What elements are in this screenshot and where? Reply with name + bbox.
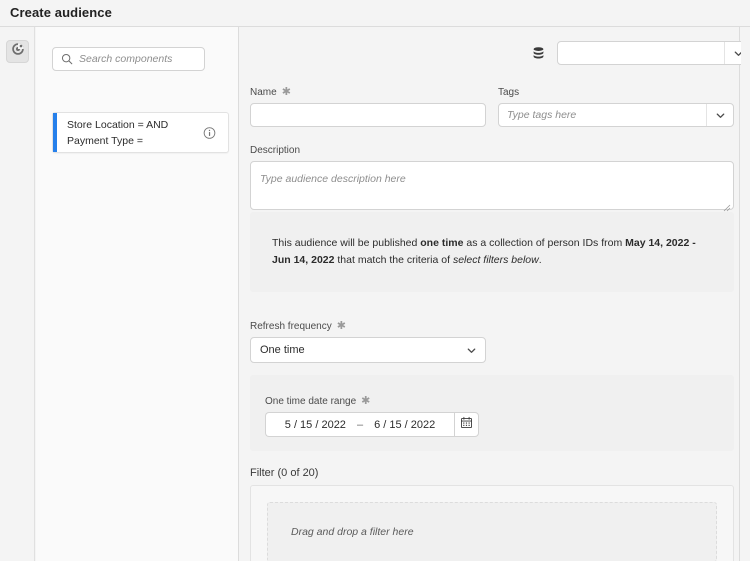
filter-dropzone[interactable]: Drag and drop a filter here — [267, 502, 717, 561]
refresh-frequency-label-row: Refresh frequency ✱ — [250, 320, 486, 333]
calendar-icon — [460, 416, 473, 434]
description-field-group: Description Type audience description he… — [250, 145, 734, 212]
resize-handle-icon[interactable] — [723, 199, 731, 212]
date-range-inputs[interactable]: 5 / 15 / 2022 – 6 / 15 / 2022 — [265, 412, 454, 437]
callout-filters-phrase: select filters below — [452, 254, 539, 266]
refresh-frequency-label: Refresh frequency — [250, 321, 332, 332]
component-card-accent — [53, 113, 57, 152]
audience-segment-icon — [11, 42, 25, 61]
name-input[interactable] — [250, 103, 486, 127]
chevron-down-icon[interactable] — [457, 345, 485, 356]
publish-summary-callout: This audience will be published one time… — [250, 212, 734, 292]
tags-field-group: Tags Type tags here — [498, 87, 734, 127]
page-title: Create audience — [10, 5, 112, 20]
component-card-line-2: Payment Type = — [67, 134, 143, 147]
filter-dropzone-text: Drag and drop a filter here — [291, 526, 414, 538]
database-icon — [531, 46, 546, 61]
components-panel: Search components Store Location = AND P… — [36, 27, 239, 561]
component-card-line-1: Store Location = AND — [67, 118, 169, 131]
date-range-field: 5 / 15 / 2022 – 6 / 15 / 2022 — [265, 412, 479, 437]
data-source-row — [531, 41, 750, 65]
chevron-down-icon[interactable] — [706, 104, 733, 126]
callout-frequency: one time — [420, 237, 464, 249]
filter-dropzone-container[interactable]: Drag and drop a filter here — [250, 485, 734, 561]
callout-mid: as a collection of person IDs from — [463, 237, 626, 249]
description-placeholder: Type audience description here — [260, 173, 406, 185]
name-label: Name — [250, 87, 277, 98]
component-card[interactable]: Store Location = AND Payment Type = — [52, 112, 229, 153]
left-rail — [0, 27, 35, 561]
date-range-end[interactable]: 6 / 15 / 2022 — [374, 419, 435, 431]
date-range-required-marker: ✱ — [361, 395, 371, 407]
date-range-card: One time date range ✱ 5 / 15 / 2022 – 6 … — [250, 375, 734, 451]
data-source-select[interactable] — [557, 41, 750, 65]
right-gutter — [741, 27, 750, 561]
search-components-input[interactable]: Search components — [52, 47, 205, 71]
page-header: Create audience — [0, 0, 750, 26]
create-audience-screen: Create audience Search components Store … — [0, 0, 750, 561]
tags-label-row: Tags — [498, 87, 734, 98]
refresh-frequency-required-marker: ✱ — [336, 320, 346, 332]
audience-segment-rail-button[interactable] — [6, 40, 29, 63]
search-placeholder: Search components — [79, 53, 173, 65]
tags-label: Tags — [498, 87, 520, 98]
callout-prefix: This audience will be published — [272, 237, 421, 249]
date-range-label-row: One time date range ✱ — [265, 395, 479, 408]
date-range-group: One time date range ✱ 5 / 15 / 2022 – 6 … — [265, 396, 479, 437]
refresh-frequency-value: One time — [260, 344, 305, 356]
info-circle-icon[interactable] — [203, 126, 216, 139]
search-icon — [61, 53, 73, 65]
tags-input[interactable]: Type tags here — [498, 103, 734, 127]
publish-summary-text: This audience will be published one time… — [250, 235, 734, 269]
refresh-frequency-select[interactable]: One time — [250, 337, 486, 363]
filter-section: Filter (0 of 20) Drag and drop a filter … — [250, 467, 734, 561]
description-label-row: Description — [250, 145, 734, 156]
calendar-button[interactable] — [454, 412, 479, 437]
tags-placeholder: Type tags here — [507, 109, 577, 121]
refresh-frequency-group: Refresh frequency ✱ One time — [250, 321, 486, 363]
component-card-text: Store Location = AND Payment Type = — [67, 117, 168, 149]
name-required-marker: ✱ — [281, 86, 291, 98]
callout-mid-2: that match the criteria of — [334, 254, 453, 266]
date-range-label: One time date range — [265, 396, 357, 407]
name-field-group: Name ✱ — [250, 87, 486, 127]
filter-label: Filter (0 of 20) — [250, 467, 319, 479]
description-label: Description — [250, 145, 301, 156]
name-label-row: Name ✱ — [250, 86, 486, 99]
callout-suffix: . — [538, 254, 542, 266]
date-range-separator: – — [356, 418, 364, 431]
audience-form-panel: Name ✱ Tags Type tags here Description T… — [240, 27, 750, 561]
date-range-start[interactable]: 5 / 15 / 2022 — [285, 419, 346, 431]
description-textarea[interactable]: Type audience description here — [250, 161, 734, 212]
